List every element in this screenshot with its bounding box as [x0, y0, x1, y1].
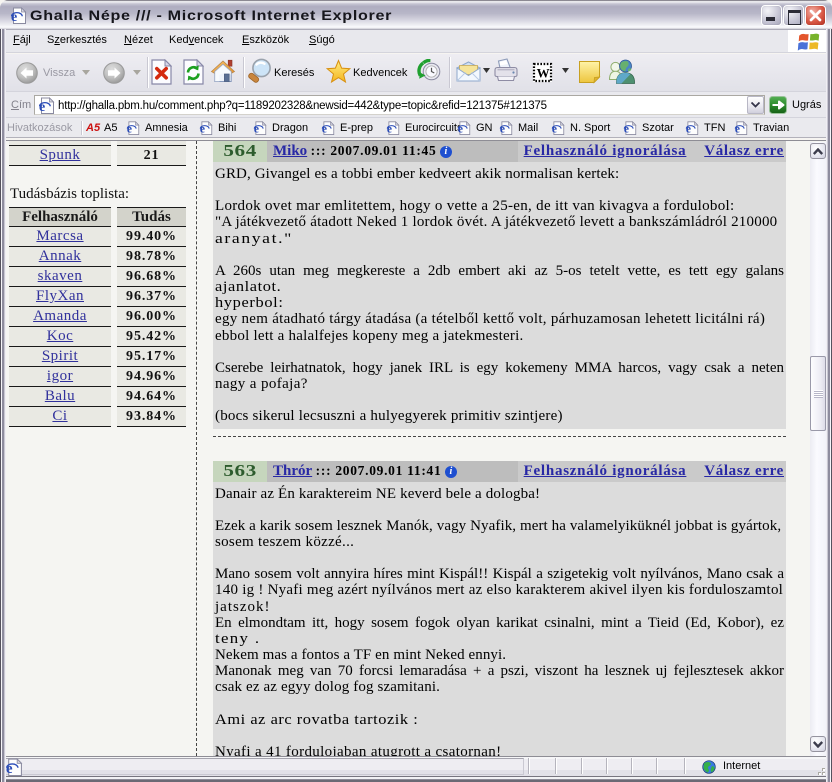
svg-text:W: W: [537, 66, 550, 81]
